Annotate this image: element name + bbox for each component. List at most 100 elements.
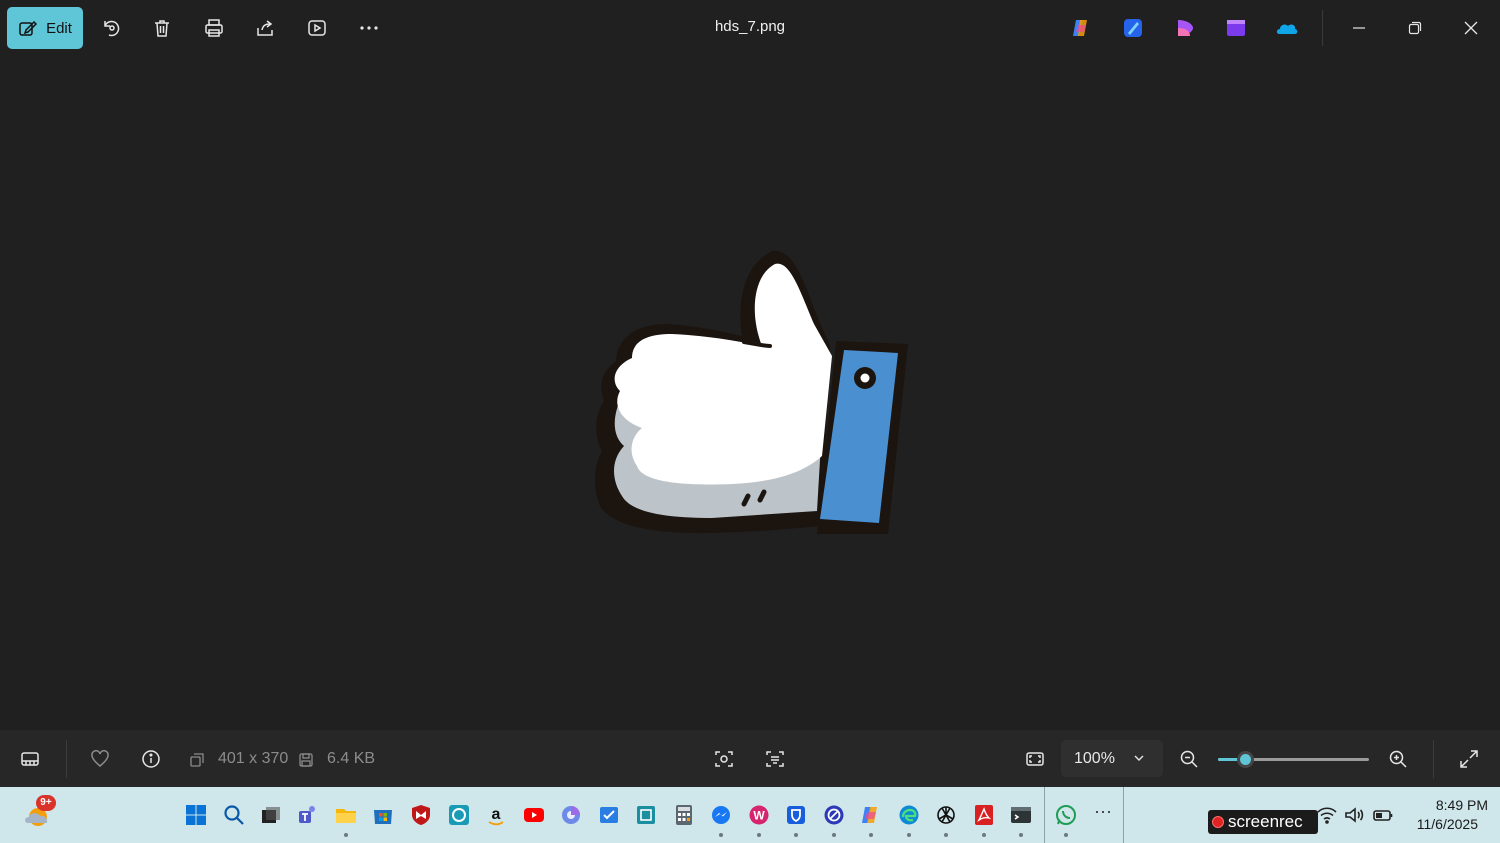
- info-separator: [66, 740, 67, 778]
- microsoft-store-icon[interactable]: [371, 803, 395, 827]
- onedrive-icon[interactable]: [1276, 17, 1298, 39]
- running-indicator: [944, 833, 948, 837]
- more-options-button[interactable]: [355, 14, 383, 42]
- svg-text:a: a: [492, 806, 501, 823]
- photos-designer-icon[interactable]: [1122, 17, 1144, 39]
- clock-date[interactable]: 11/6/2025: [1400, 816, 1478, 832]
- fit-window-icon: [1026, 752, 1044, 766]
- delete-button[interactable]: [148, 14, 176, 42]
- more-icon: [360, 26, 378, 30]
- dimensions-icon: [190, 753, 204, 767]
- rotate-icon: [104, 20, 120, 37]
- fullscreen-button[interactable]: [1457, 747, 1481, 771]
- video-editor-icon[interactable]: [1225, 17, 1247, 39]
- file-info-button[interactable]: [139, 747, 163, 771]
- scan-text-button[interactable]: [763, 747, 787, 771]
- window-title: hds_7.png: [714, 18, 786, 35]
- minimize-icon: [1353, 27, 1365, 29]
- image-dimensions: 401 x 370: [218, 750, 289, 767]
- calculator-icon[interactable]: [672, 803, 696, 827]
- whatsapp-icon[interactable]: [1054, 803, 1078, 827]
- chatgpt-icon[interactable]: [934, 803, 958, 827]
- taskbar-overflow-icon[interactable]: ···: [1091, 801, 1115, 825]
- filmstrip-icon: [21, 752, 39, 766]
- security-app-icon[interactable]: [822, 803, 846, 827]
- minimize-button[interactable]: [1345, 14, 1373, 42]
- fullscreen-icon: [1460, 750, 1478, 768]
- running-indicator: [794, 833, 798, 837]
- file-explorer-icon[interactable]: [334, 803, 358, 827]
- running-indicator: [1019, 833, 1023, 837]
- scan-text-icon: [766, 751, 784, 767]
- copilot-taskbar-icon[interactable]: [859, 803, 883, 827]
- restore-button[interactable]: [1401, 14, 1429, 42]
- wifi-icon[interactable]: [1316, 805, 1338, 825]
- photos-icon[interactable]: [559, 803, 583, 827]
- zoom-out-icon: [1180, 750, 1198, 768]
- task-view-icon[interactable]: [259, 803, 283, 827]
- title-bar: Edit hds_7.png: [0, 0, 1500, 56]
- remote-desktop-icon[interactable]: [634, 803, 658, 827]
- running-indicator: [907, 833, 911, 837]
- running-indicator: [344, 833, 348, 837]
- zoom-slider[interactable]: [1218, 751, 1369, 768]
- print-icon: [205, 19, 223, 37]
- visual-search-button[interactable]: [712, 747, 736, 771]
- zoom-in-icon: [1389, 750, 1407, 768]
- info-separator: [1433, 740, 1434, 778]
- todo-icon[interactable]: [597, 803, 621, 827]
- edit-button[interactable]: Edit: [7, 7, 83, 49]
- windows-start-icon[interactable]: [184, 803, 208, 827]
- youtube-icon[interactable]: [522, 803, 546, 827]
- wondershare-icon[interactable]: W: [747, 803, 771, 827]
- thumbs-up-image: [594, 250, 908, 534]
- zoom-dropdown[interactable]: 100%: [1061, 740, 1163, 777]
- share-button[interactable]: [251, 14, 279, 42]
- rotate-button[interactable]: [97, 14, 125, 42]
- volume-icon[interactable]: [1343, 805, 1365, 825]
- file-size-icon: [299, 753, 313, 767]
- file-size: 6.4 KB: [327, 750, 376, 767]
- visual-search-icon: [715, 751, 733, 767]
- bitwarden-icon[interactable]: [784, 803, 808, 827]
- print-button[interactable]: [200, 14, 228, 42]
- zoom-value: 100%: [1074, 750, 1115, 767]
- terminal-icon[interactable]: [1009, 803, 1033, 827]
- info-icon: [142, 750, 160, 768]
- weather-badge: 9+: [36, 795, 56, 811]
- clock-time[interactable]: 8:49 PM: [1400, 797, 1488, 813]
- slideshow-button[interactable]: [303, 14, 331, 42]
- zoom-in-button[interactable]: [1386, 747, 1410, 771]
- fit-to-window-button[interactable]: [1023, 747, 1047, 771]
- taskbar-divider: [1044, 787, 1045, 843]
- taskbar: 9+ a W ··· screenrec 8:49 PM 11/6/2025: [0, 787, 1500, 843]
- zoom-out-button[interactable]: [1177, 747, 1201, 771]
- filmstrip-button[interactable]: [18, 747, 42, 771]
- messenger-icon[interactable]: [709, 803, 733, 827]
- amazon-icon[interactable]: a: [484, 803, 508, 827]
- battery-icon[interactable]: [1372, 805, 1394, 825]
- running-indicator: [869, 833, 873, 837]
- search-icon[interactable]: [222, 803, 246, 827]
- title-separator: [1322, 10, 1323, 46]
- edge-icon[interactable]: [897, 803, 921, 827]
- edit-button-label: Edit: [46, 19, 72, 37]
- close-button[interactable]: [1457, 14, 1485, 42]
- running-indicator: [719, 833, 723, 837]
- alexa-icon[interactable]: [447, 803, 471, 827]
- teams-icon[interactable]: [296, 803, 320, 827]
- slideshow-icon: [308, 20, 326, 36]
- screenrec-badge[interactable]: screenrec: [1208, 810, 1318, 834]
- info-bar: 401 x 370 6.4 KB 100%: [0, 730, 1500, 787]
- clipchamp-icon[interactable]: [1174, 17, 1196, 39]
- edit-image-icon: [19, 20, 38, 36]
- acrobat-icon[interactable]: [972, 803, 996, 827]
- chevron-down-icon: [1134, 755, 1144, 761]
- delete-icon: [155, 20, 169, 37]
- running-indicator: [832, 833, 836, 837]
- favorite-button[interactable]: [88, 747, 112, 771]
- zoom-slider-thumb[interactable]: [1236, 751, 1254, 768]
- mcafee-icon[interactable]: [409, 803, 433, 827]
- copilot-icon[interactable]: [1070, 17, 1092, 39]
- image-canvas[interactable]: [0, 56, 1500, 730]
